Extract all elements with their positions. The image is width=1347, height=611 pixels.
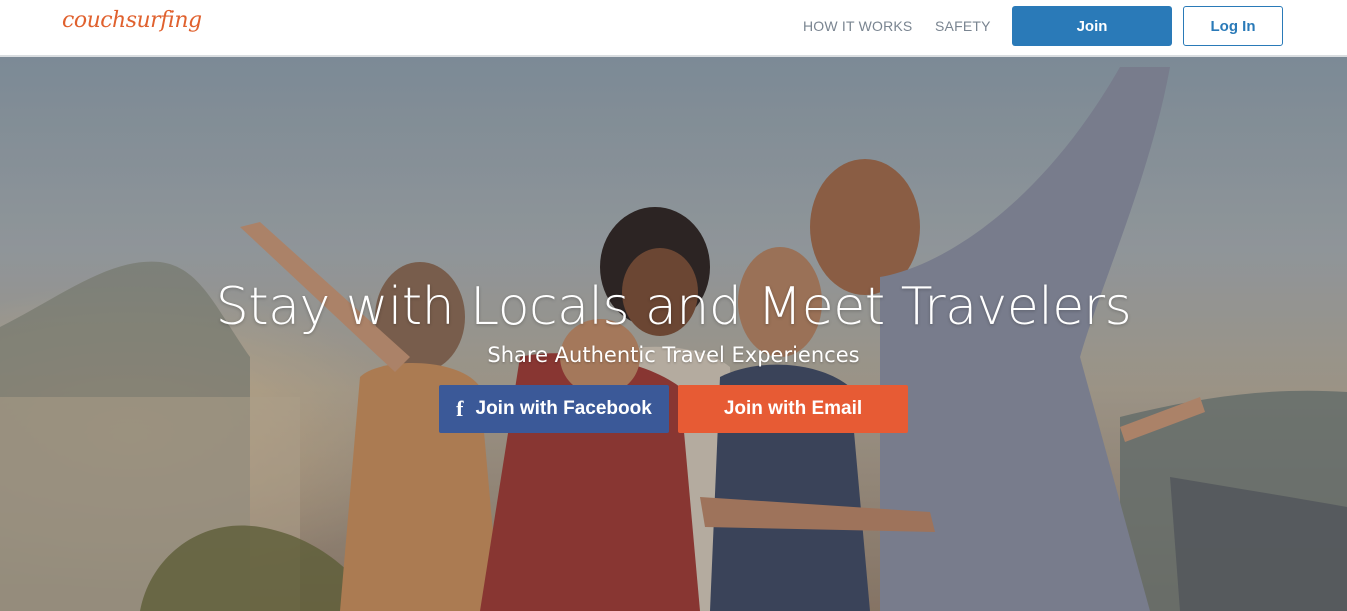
hero-subtitle: Share Authentic Travel Experiences xyxy=(487,343,860,367)
join-with-facebook-label: Join with Facebook xyxy=(475,398,652,419)
hero-title: Stay with Locals and Meet Travelers xyxy=(215,277,1132,337)
top-navigation-bar: couchsurfing HOW IT WORKS SAFETY Join Lo… xyxy=(0,0,1347,57)
join-with-email-button[interactable]: Join with Email xyxy=(678,385,908,433)
hero-section: Stay with Locals and Meet Travelers Shar… xyxy=(0,57,1347,611)
join-button[interactable]: Join xyxy=(1012,6,1172,46)
facebook-icon: f xyxy=(456,396,464,421)
login-button[interactable]: Log In xyxy=(1183,6,1283,46)
join-with-facebook-button[interactable]: f Join with Facebook xyxy=(439,385,669,433)
nav-how-it-works-link[interactable]: HOW IT WORKS xyxy=(803,18,912,34)
nav-safety-link[interactable]: SAFETY xyxy=(935,18,991,34)
couchsurfing-logo[interactable]: couchsurfing xyxy=(62,8,202,33)
